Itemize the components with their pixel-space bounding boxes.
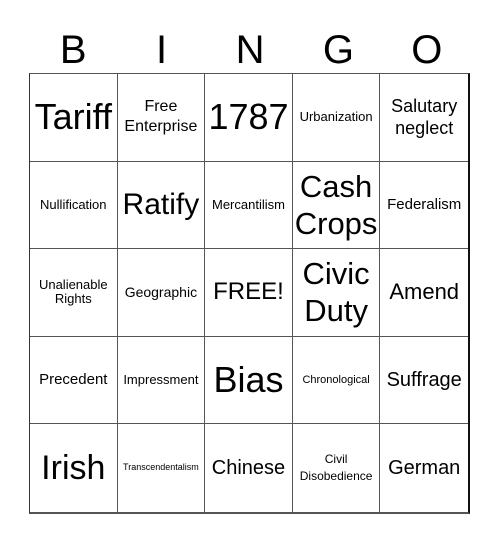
bingo-cell[interactable]: Civil Disobedience <box>293 424 381 512</box>
bingo-cell[interactable]: Nullification <box>30 161 118 250</box>
header-letter-g: G <box>322 28 354 72</box>
bingo-cell[interactable]: Mercantilism <box>205 161 293 250</box>
bingo-cell[interactable]: Cash Crops <box>292 161 381 250</box>
bingo-cell[interactable]: Bias <box>205 336 293 425</box>
header-letter-o: O <box>411 28 443 72</box>
bingo-cell[interactable]: Precedent <box>30 336 118 425</box>
free-space-cell[interactable]: FREE! <box>205 249 293 337</box>
bingo-cell[interactable]: Amend <box>380 249 468 337</box>
bingo-cell[interactable]: Impressment <box>117 336 206 425</box>
bingo-cell[interactable]: Suffrage <box>380 337 468 425</box>
bingo-cell[interactable]: Transcendentalism <box>118 424 206 512</box>
bingo-cell[interactable]: Irish <box>30 424 118 512</box>
bingo-cell[interactable]: Federalism <box>380 162 468 250</box>
bingo-cell[interactable]: Ratify <box>117 161 206 250</box>
header-letter-b: B <box>59 28 87 72</box>
bingo-cell[interactable]: 1787 <box>205 74 293 162</box>
bingo-cell[interactable]: Geographic <box>117 249 206 337</box>
bingo-cell[interactable]: Salutary neglect <box>380 74 468 162</box>
bingo-cell[interactable]: Tariff <box>30 74 118 162</box>
bingo-cell[interactable]: Urbanization <box>292 74 381 162</box>
header-letter-n: N <box>235 28 265 72</box>
bingo-cell[interactable]: Chinese <box>205 424 293 512</box>
bingo-cell[interactable]: Free Enterprise <box>117 74 206 162</box>
header-letter-i: I <box>156 28 168 72</box>
bingo-grid: Tariff Free Enterprise 1787 Urbanization… <box>29 73 470 514</box>
bingo-cell[interactable]: German <box>380 424 468 512</box>
bingo-cell[interactable]: Unalienable Rights <box>30 249 118 337</box>
bingo-cell[interactable]: Civic Duty <box>292 249 381 337</box>
bingo-cell[interactable]: Chronological <box>292 336 381 425</box>
bingo-header: B I N G O <box>29 28 471 73</box>
